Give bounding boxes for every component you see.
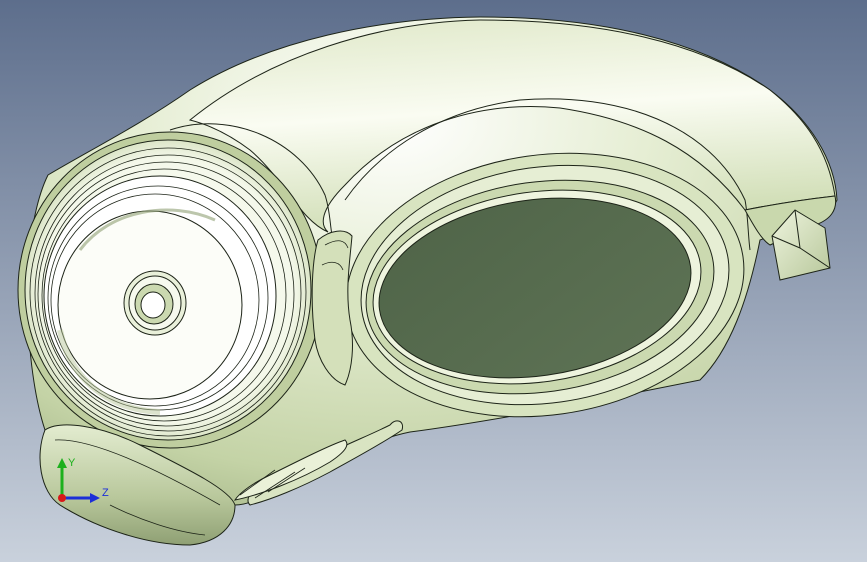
z-axis-label: Z (102, 487, 109, 499)
cad-viewport[interactable]: Y Z (0, 0, 867, 562)
y-axis-label: Y (68, 457, 76, 469)
3d-model-view[interactable]: Y Z (0, 0, 867, 562)
valve-center[interactable] (123, 270, 187, 336)
x-axis-dot (58, 494, 66, 502)
